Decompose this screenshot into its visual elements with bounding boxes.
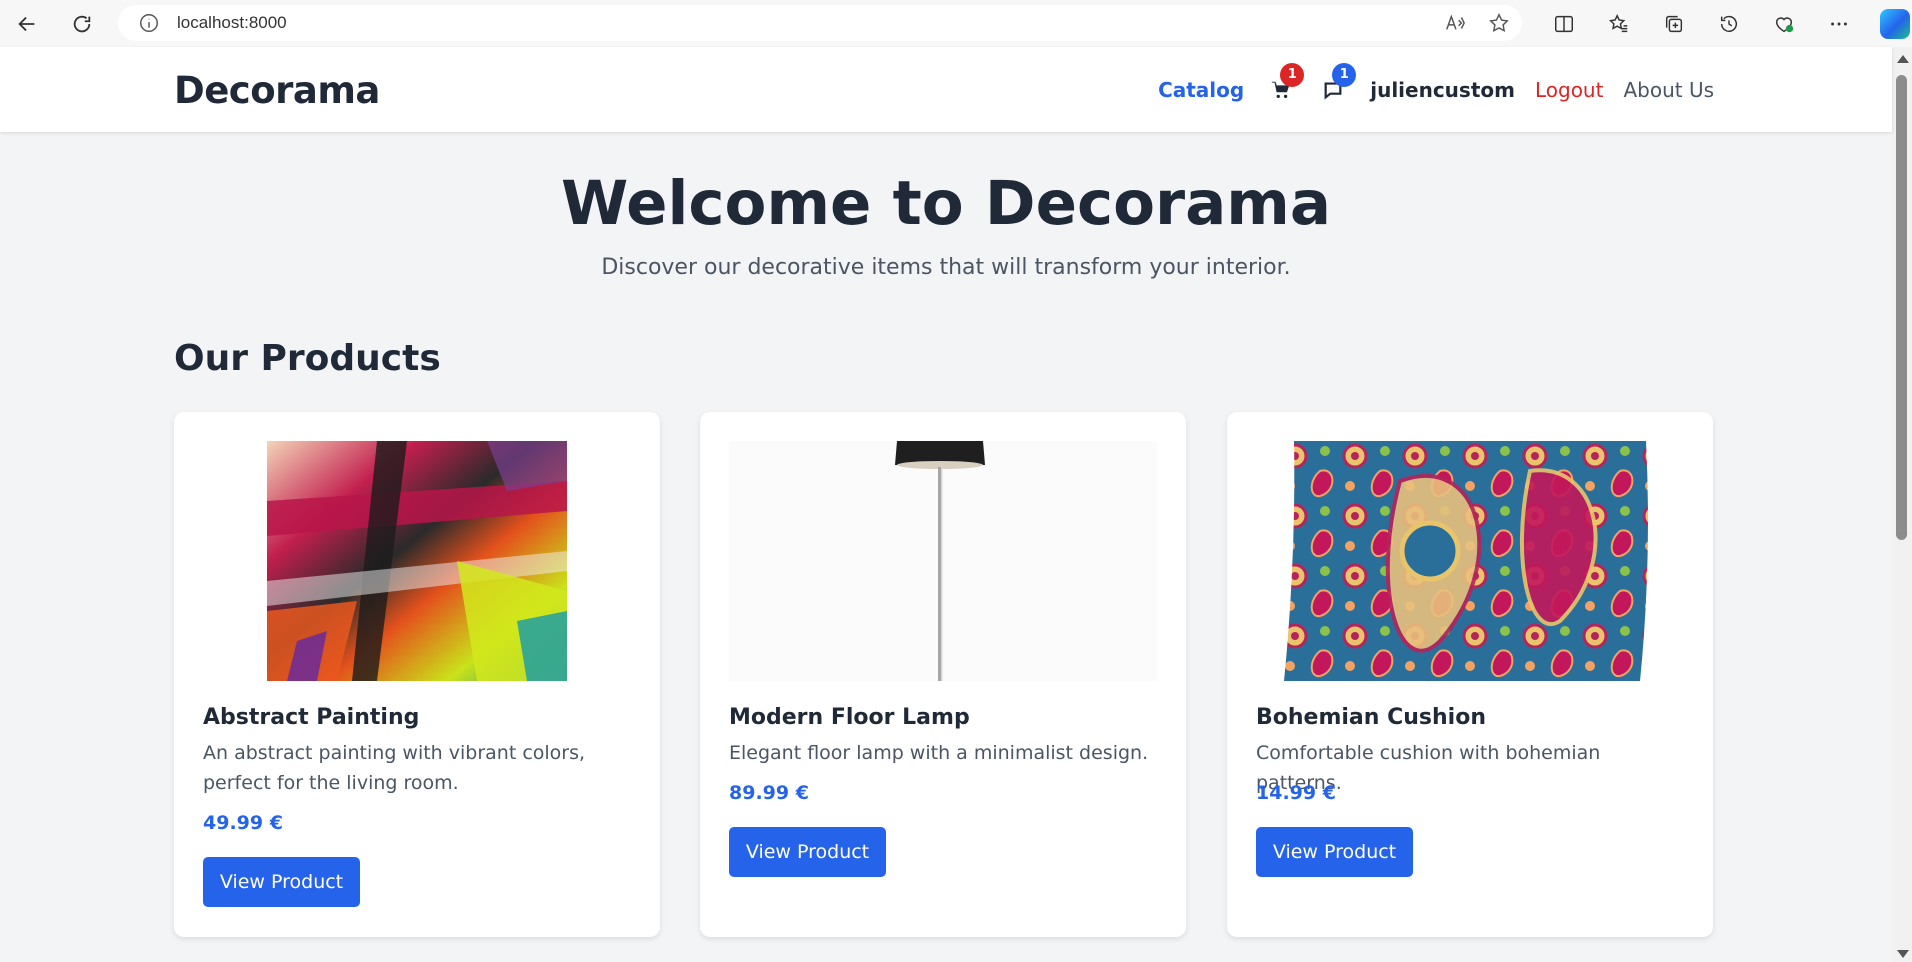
info-icon[interactable]: [138, 12, 160, 34]
product-image-modern-floor-lamp[interactable]: [729, 441, 1157, 681]
favorite-star-icon[interactable]: [1488, 12, 1510, 34]
more-options-icon[interactable]: [1811, 4, 1866, 44]
history-icon[interactable]: [1701, 4, 1756, 44]
scroll-down-arrow-icon[interactable]: [1897, 950, 1909, 958]
cart-count-badge: 1: [1280, 62, 1305, 87]
cart-button[interactable]: 1: [1266, 62, 1305, 105]
product-description: Elegant floor lamp with a minimalist des…: [729, 742, 1149, 764]
site-header: Decorama Catalog 1 1 juliencustom Logout…: [0, 47, 1892, 132]
read-aloud-icon[interactable]: [1444, 12, 1466, 34]
address-bar[interactable]: localhost:8000: [118, 5, 1522, 41]
view-product-button[interactable]: View Product: [729, 827, 886, 877]
product-price: 49.99 €: [203, 812, 283, 834]
browser-essentials-icon[interactable]: [1756, 4, 1811, 44]
url-text[interactable]: localhost:8000: [177, 13, 287, 33]
product-image-bohemian-cushion[interactable]: [1256, 441, 1684, 681]
product-card: Bohemian Cushion Comfortable cushion wit…: [1227, 412, 1713, 937]
favorites-icon[interactable]: [1591, 4, 1646, 44]
copilot-icon[interactable]: [1880, 8, 1910, 39]
nav-logout-link[interactable]: Logout: [1535, 78, 1603, 102]
product-name[interactable]: Abstract Painting: [203, 705, 419, 730]
view-product-button[interactable]: View Product: [1256, 827, 1413, 877]
reload-icon[interactable]: [62, 4, 102, 44]
site-logo[interactable]: Decorama: [174, 69, 380, 112]
product-name[interactable]: Bohemian Cushion: [1256, 705, 1486, 730]
split-screen-icon[interactable]: [1536, 4, 1591, 44]
scroll-thumb[interactable]: [1896, 75, 1907, 540]
nav-catalog-link[interactable]: Catalog: [1158, 78, 1244, 102]
back-arrow-icon[interactable]: [7, 4, 47, 44]
product-card: Modern Floor Lamp Elegant floor lamp wit…: [700, 412, 1186, 937]
collections-icon[interactable]: [1646, 4, 1701, 44]
messages-button[interactable]: 1: [1318, 62, 1357, 105]
products-section-title: Our Products: [174, 338, 441, 379]
view-product-button[interactable]: View Product: [203, 857, 360, 907]
product-description: An abstract painting with vibrant colors…: [203, 742, 586, 794]
messages-count-badge: 1: [1332, 62, 1357, 87]
product-image-abstract-painting[interactable]: [203, 441, 631, 681]
product-price: 14.99 €: [1256, 782, 1336, 804]
product-name[interactable]: Modern Floor Lamp: [729, 705, 970, 730]
hero-subtitle: Discover our decorative items that will …: [601, 255, 1291, 280]
product-price: 89.99 €: [729, 782, 809, 804]
scroll-up-arrow-icon[interactable]: [1897, 55, 1909, 63]
hero-title: Welcome to Decorama: [561, 168, 1331, 239]
product-card: Abstract Painting An abstract painting w…: [174, 412, 660, 937]
browser-toolbar: localhost:8000: [0, 0, 1912, 47]
page-scrollbar[interactable]: [1892, 47, 1912, 962]
main-nav: Catalog 1 1 juliencustom Logout About Us: [1158, 47, 1714, 132]
nav-about-link[interactable]: About Us: [1623, 78, 1714, 102]
nav-username-link[interactable]: juliencustom: [1370, 78, 1515, 102]
